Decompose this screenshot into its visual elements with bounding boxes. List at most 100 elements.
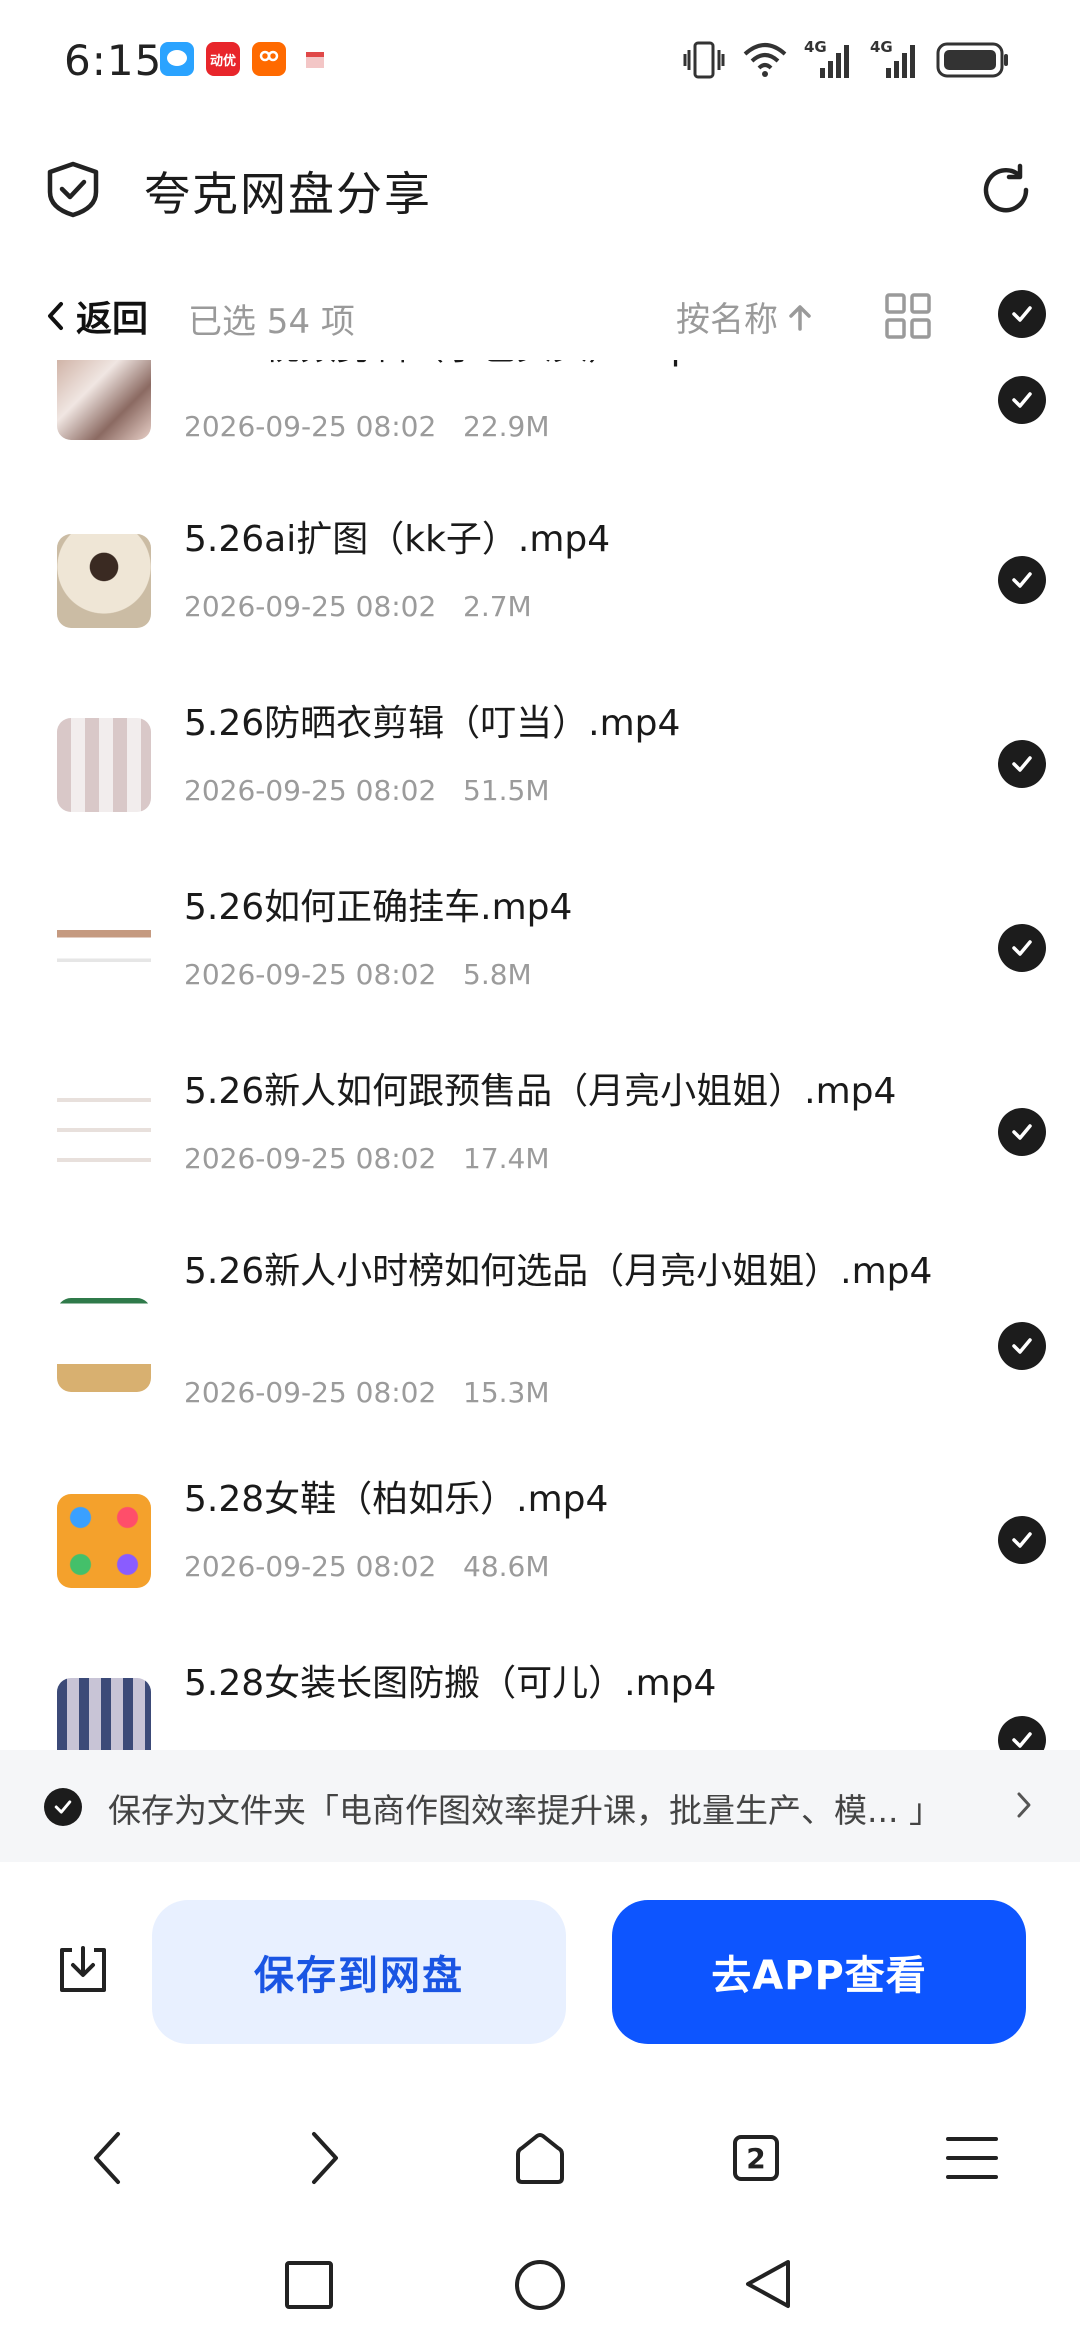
home-circle-icon[interactable] xyxy=(513,2258,567,2312)
check-icon xyxy=(1012,392,1032,408)
file-checkbox[interactable] xyxy=(998,1516,1046,1564)
file-row[interactable]: 5.25视频剪辑（小包头头）.mp4 2026-09-25 08:02 22.9… xyxy=(0,360,1080,480)
file-name: 5.26新人小时榜如何选品（月亮小姐姐）.mp4 xyxy=(184,1251,933,1292)
status-bar: 6:15 动优 4G 4G xyxy=(0,0,1080,120)
check-icon xyxy=(1012,306,1032,322)
file-date: 2026-09-25 08:02 xyxy=(184,590,437,623)
browser-back-button[interactable] xyxy=(68,2118,148,2198)
browser-nav-bar: 2 xyxy=(0,2090,1080,2230)
signal-4g-icon-2: 4G xyxy=(870,38,920,80)
file-checkbox[interactable] xyxy=(998,924,1046,972)
save-as-checkbox[interactable] xyxy=(44,1788,82,1826)
file-checkbox[interactable] xyxy=(998,556,1046,604)
file-thumbnail xyxy=(57,718,151,812)
action-bar: 保存到网盘 去APP查看 xyxy=(0,1872,1080,2072)
chevron-right-icon xyxy=(1017,1792,1031,1818)
file-meta: 2026-09-25 08:02 15.3M xyxy=(184,1376,550,1409)
file-checkbox[interactable] xyxy=(998,1716,1046,1750)
file-date: 2026-09-25 08:02 xyxy=(184,958,437,991)
file-thumbnail xyxy=(57,360,151,440)
file-checkbox[interactable] xyxy=(998,1322,1046,1370)
file-thumbnail xyxy=(57,1678,151,1750)
signal-4g-icon: 4G xyxy=(804,38,854,80)
file-size: 51.5M xyxy=(463,774,550,807)
shield-check-icon xyxy=(47,161,99,218)
refresh-icon[interactable] xyxy=(976,160,1036,220)
browser-home-button[interactable] xyxy=(500,2118,580,2198)
battery-icon xyxy=(936,42,1008,78)
file-name: 5.25视频剪辑（小包头头）.mp4 xyxy=(184,360,944,374)
sort-button[interactable]: 按名称 xyxy=(676,292,814,341)
check-icon xyxy=(1012,1124,1032,1140)
file-name: 5.26新人如何跟预售品（月亮小姐姐）.mp4 xyxy=(184,1071,897,1112)
page-title: 夸克网盘分享 xyxy=(144,167,432,221)
file-size: 5.8M xyxy=(463,958,532,991)
tabs-icon: 2 xyxy=(733,2135,779,2181)
file-row[interactable]: 5.26新人如何跟预售品（月亮小姐姐）.mp4 2026-09-25 08:02… xyxy=(0,1062,1080,1212)
app-header: 夸克网盘分享 xyxy=(0,130,1080,250)
dongyou-app-label: 动优 xyxy=(209,53,236,69)
selected-count: 已选 54 项 xyxy=(188,302,355,342)
sort-label: 按名称 xyxy=(676,300,778,340)
check-icon xyxy=(1012,1338,1032,1354)
file-row[interactable]: 5.26如何正确挂车.mp4 2026-09-25 08:02 5.8M xyxy=(0,878,1080,1028)
arrow-up-icon xyxy=(789,304,811,331)
file-row[interactable]: 5.26ai扩图（kk子）.mp4 2026-09-25 08:02 2.7M xyxy=(0,510,1080,660)
file-meta: 2026-09-25 08:02 22.9M xyxy=(184,410,550,443)
file-meta: 2026-09-25 08:02 48.6M xyxy=(184,1550,550,1583)
chevron-right-icon xyxy=(312,2132,338,2184)
check-icon xyxy=(1012,1732,1032,1748)
file-thumbnail xyxy=(57,1298,151,1392)
file-checkbox[interactable] xyxy=(998,1108,1046,1156)
back-button[interactable]: 返回 xyxy=(44,290,148,342)
gift-app-icon xyxy=(298,42,332,76)
menu-icon xyxy=(946,2137,998,2179)
file-name: 5.28女装长图防搬（可儿）.mp4 xyxy=(184,1663,717,1704)
message-app-icon xyxy=(160,42,194,76)
select-all-checkbox[interactable] xyxy=(998,290,1046,338)
file-size: 22.9M xyxy=(463,410,550,443)
selection-toolbar: 返回 已选 54 项 按名称 xyxy=(0,270,1080,360)
file-row[interactable]: 5.28女装长图防搬（可儿）.mp4 xyxy=(0,1654,1080,1750)
file-list: 5.25视频剪辑（小包头头）.mp4 2026-09-25 08:02 22.9… xyxy=(0,360,1080,1750)
check-icon xyxy=(1012,756,1032,772)
file-row[interactable]: 5.26新人小时榜如何选品（月亮小姐姐）.mp4 2026-09-25 08:0… xyxy=(0,1246,1080,1436)
back-label: 返回 xyxy=(76,299,149,340)
browser-menu-button[interactable] xyxy=(932,2118,1012,2198)
open-in-app-button[interactable]: 去APP查看 xyxy=(612,1900,1026,2044)
file-size: 15.3M xyxy=(463,1376,550,1409)
file-thumbnail xyxy=(57,902,151,996)
save-as-text: 保存为文件夹「电商作图效率提升课，批量生产、模... 」 xyxy=(108,1791,942,1830)
status-indicators: 4G 4G xyxy=(682,38,1010,80)
save-to-drive-button[interactable]: 保存到网盘 xyxy=(152,1900,566,2044)
wifi-icon xyxy=(743,43,787,77)
file-checkbox[interactable] xyxy=(998,740,1046,788)
file-size: 17.4M xyxy=(463,1142,550,1175)
tabs-count: 2 xyxy=(746,2141,766,2175)
file-meta: 2026-09-25 08:02 5.8M xyxy=(184,958,532,991)
recents-square-icon[interactable] xyxy=(284,2260,334,2310)
file-checkbox[interactable] xyxy=(998,376,1046,424)
file-date: 2026-09-25 08:02 xyxy=(184,410,437,443)
download-icon[interactable] xyxy=(54,1940,112,1998)
browser-forward-button[interactable] xyxy=(284,2118,364,2198)
status-time: 6:15 xyxy=(64,36,163,85)
file-size: 2.7M xyxy=(463,590,532,623)
file-thumbnail xyxy=(57,1086,151,1180)
notification-icons: 动优 xyxy=(160,42,332,76)
back-triangle-icon[interactable] xyxy=(742,2256,794,2312)
file-meta: 2026-09-25 08:02 2.7M xyxy=(184,590,532,623)
grid-view-icon[interactable] xyxy=(884,292,932,340)
browser-tabs-button[interactable]: 2 xyxy=(716,2118,796,2198)
file-row[interactable]: 5.28女鞋（柏如乐）.mp4 2026-09-25 08:02 48.6M xyxy=(0,1470,1080,1620)
vibrate-icon xyxy=(683,41,725,79)
file-date: 2026-09-25 08:02 xyxy=(184,774,437,807)
file-date: 2026-09-25 08:02 xyxy=(184,1550,437,1583)
file-row[interactable]: 5.26防晒衣剪辑（叮当）.mp4 2026-09-25 08:02 51.5M xyxy=(0,694,1080,844)
taobao-app-icon xyxy=(252,42,286,76)
file-size: 48.6M xyxy=(463,1550,550,1583)
save-as-folder-bar[interactable]: 保存为文件夹「电商作图效率提升课，批量生产、模... 」 xyxy=(0,1750,1080,1862)
chevron-left-icon xyxy=(94,2132,120,2184)
file-thumbnail xyxy=(57,1494,151,1588)
file-thumbnail xyxy=(57,534,151,628)
